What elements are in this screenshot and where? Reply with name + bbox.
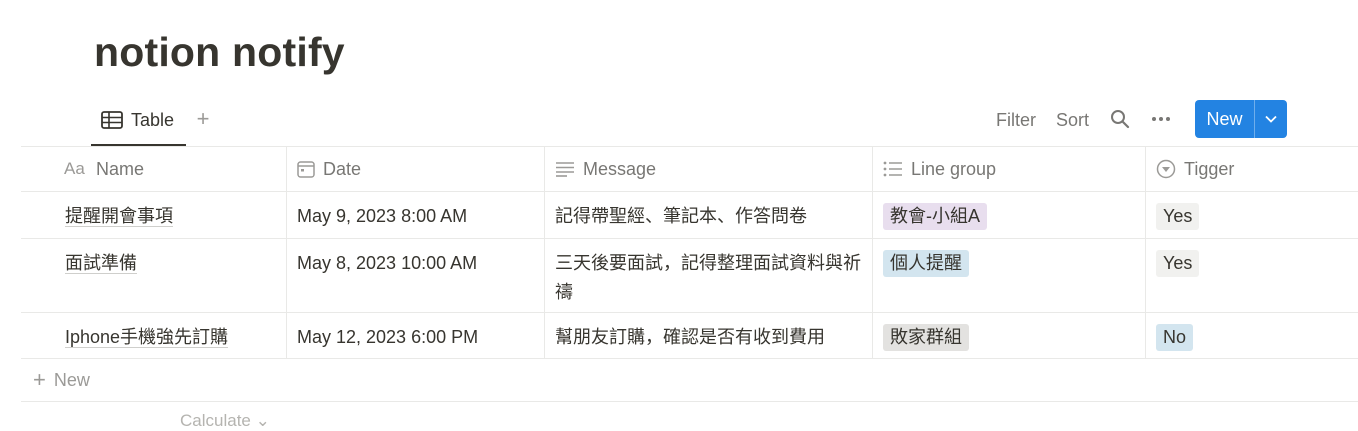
date-value: May 9, 2023 8:00 AM [297, 206, 468, 226]
add-view-button[interactable]: + [190, 106, 216, 132]
column-header-date[interactable]: Date [287, 147, 545, 191]
line-group-cell[interactable]: 教會-小組A [873, 192, 1146, 238]
name-cell[interactable]: 面試準備 [21, 239, 287, 312]
new-button[interactable]: New [1195, 100, 1287, 138]
ellipsis-icon [1152, 117, 1170, 121]
table-header-row: Aa Name Date Message Line group Tigger [21, 146, 1358, 191]
calendar-icon [297, 160, 315, 178]
line-group-tag: 敗家群組 [883, 324, 969, 351]
more-options-button[interactable] [1149, 106, 1173, 132]
text-property-icon: Aa [64, 159, 85, 178]
message-cell[interactable]: 記得帶聖經、筆記本、作答問卷 [545, 192, 873, 238]
select-circle-icon [1156, 159, 1176, 179]
column-header-name[interactable]: Aa Name [21, 147, 287, 191]
line-group-cell[interactable]: 個人提醒 [873, 239, 1146, 312]
tigger-tag: Yes [1156, 203, 1200, 230]
chevron-down-icon: ⌄ [255, 411, 270, 430]
tigger-tag: Yes [1156, 250, 1200, 277]
name-cell[interactable]: 提醒開會事項 [21, 192, 287, 238]
list-icon [883, 161, 903, 177]
table-row[interactable]: Iphone手機強先訂購 May 12, 2023 6:00 PM 幫朋友訂購，… [21, 312, 1358, 358]
column-header-label: Message [583, 159, 657, 179]
search-icon [1111, 110, 1130, 129]
row-title[interactable]: Iphone手機強先訂購 [65, 327, 229, 348]
line-group-cell[interactable]: 敗家群組 [873, 313, 1146, 358]
search-button[interactable] [1108, 106, 1132, 132]
plus-icon: + [33, 367, 46, 392]
table-row[interactable]: 提醒開會事項 May 9, 2023 8:00 AM 記得帶聖經、筆記本、作答問… [21, 191, 1358, 238]
filter-button[interactable]: Filter [996, 110, 1036, 131]
date-value: May 8, 2023 10:00 AM [297, 253, 478, 273]
new-button-label[interactable]: New [1195, 100, 1254, 138]
date-cell[interactable]: May 9, 2023 8:00 AM [287, 192, 545, 238]
message-cell[interactable]: 三天後要面試，記得整理面試資料與祈禱 [545, 239, 873, 312]
row-title[interactable]: 提醒開會事項 [65, 206, 173, 227]
tigger-tag: No [1156, 324, 1194, 351]
page-title[interactable]: notion notify [94, 26, 345, 78]
database-table: Aa Name Date Message Line group Tigger 提… [21, 146, 1358, 402]
tigger-cell[interactable]: Yes [1146, 239, 1358, 312]
new-dropdown-button[interactable] [1254, 100, 1287, 138]
message-value: 幫朋友訂購，確認是否有收到費用 [555, 327, 825, 347]
column-header-tigger[interactable]: Tigger [1146, 147, 1358, 191]
tigger-cell[interactable]: No [1146, 313, 1358, 358]
tab-table-view[interactable]: Table [91, 96, 186, 146]
table-row[interactable]: 面試準備 May 8, 2023 10:00 AM 三天後要面試，記得整理面試資… [21, 238, 1358, 312]
message-value: 三天後要面試，記得整理面試資料與祈禱 [555, 253, 861, 302]
column-header-line-group[interactable]: Line group [873, 147, 1146, 191]
chevron-down-icon [1265, 115, 1277, 123]
tigger-cell[interactable]: Yes [1146, 192, 1358, 238]
name-cell[interactable]: Iphone手機強先訂購 [21, 313, 287, 358]
column-header-label: Tigger [1184, 159, 1235, 179]
message-cell[interactable]: 幫朋友訂購，確認是否有收到費用 [545, 313, 873, 358]
view-toolbar: Table + Filter Sort New [0, 96, 1358, 146]
calculate-button[interactable]: Calculate ⌄ [180, 411, 270, 431]
line-group-tag: 教會-小組A [883, 203, 987, 230]
add-row-button[interactable]: + New [21, 358, 1358, 402]
date-cell[interactable]: May 12, 2023 6:00 PM [287, 313, 545, 358]
column-header-label: Line group [911, 159, 997, 179]
tab-table-label: Table [131, 109, 175, 130]
message-value: 記得帶聖經、筆記本、作答問卷 [555, 206, 807, 226]
date-cell[interactable]: May 8, 2023 10:00 AM [287, 239, 545, 312]
column-header-label: Name [96, 159, 145, 179]
date-value: May 12, 2023 6:00 PM [297, 327, 479, 347]
calculate-label: Calculate [180, 411, 251, 430]
column-header-message[interactable]: Message [545, 147, 873, 191]
sort-button[interactable]: Sort [1056, 110, 1089, 131]
table-icon [101, 111, 123, 129]
line-group-tag: 個人提醒 [883, 250, 969, 277]
row-title[interactable]: 面試準備 [65, 253, 137, 274]
column-header-label: Date [323, 159, 362, 179]
text-lines-icon [555, 161, 575, 177]
add-row-label: New [53, 369, 90, 390]
